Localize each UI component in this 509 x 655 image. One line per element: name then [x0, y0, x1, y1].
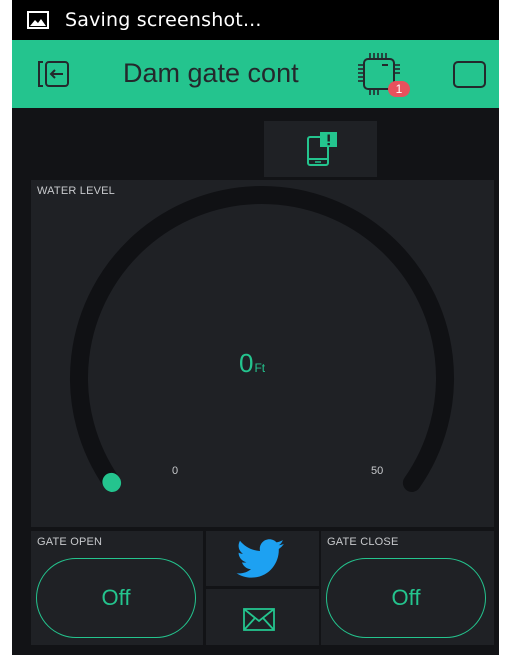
device-badge: 1	[388, 81, 410, 97]
gate-close-widget: GATE CLOSE Off	[321, 531, 494, 645]
app-bar: Dam gate cont 1	[12, 40, 499, 108]
water-level-gauge: WATER LEVEL 0Ft 0 50	[31, 180, 494, 527]
gate-open-button[interactable]: Off	[36, 558, 196, 638]
twitter-bird-icon	[236, 539, 285, 578]
gauge-max-label: 50	[371, 465, 384, 477]
phone-screen: Saving screenshot... Dam gate cont 1 WAT…	[12, 0, 499, 655]
gauge-fill	[102, 472, 122, 492]
gauge-value-unit: Ft	[254, 361, 266, 375]
envelope-icon	[243, 608, 275, 631]
gate-open-widget: GATE OPEN Off	[31, 531, 203, 645]
gauge-value-number: 0	[239, 348, 254, 378]
status-text: Saving screenshot...	[65, 9, 262, 31]
image-icon	[27, 11, 49, 29]
gauge-value: 0Ft	[239, 348, 265, 379]
notification-widget[interactable]	[264, 121, 377, 177]
gauge-track	[70, 186, 454, 492]
device-alert-icon	[307, 132, 337, 166]
gate-close-label: GATE CLOSE	[327, 536, 399, 548]
gate-open-label: GATE OPEN	[37, 536, 103, 548]
email-widget[interactable]	[206, 589, 319, 645]
app-title: Dam gate cont	[123, 58, 299, 88]
gauge-min-label: 0	[172, 465, 179, 477]
exit-icon[interactable]	[36, 59, 74, 89]
gate-close-button[interactable]: Off	[326, 558, 486, 638]
twitter-widget[interactable]	[206, 531, 319, 586]
stop-button[interactable]	[453, 61, 486, 88]
status-bar: Saving screenshot...	[12, 0, 499, 40]
